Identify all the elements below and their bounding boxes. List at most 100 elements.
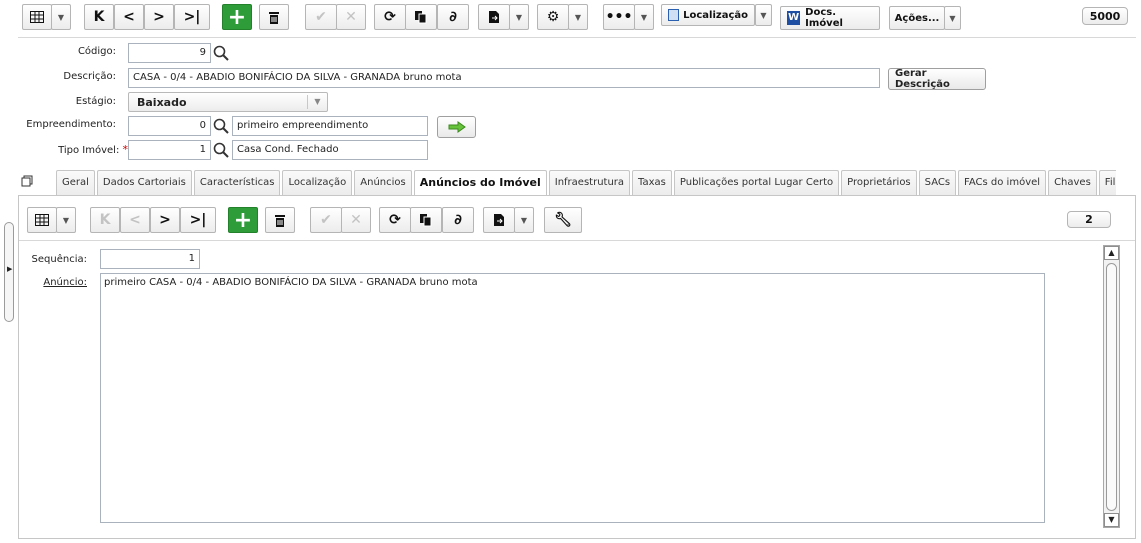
new-record-button[interactable]: +: [222, 4, 252, 30]
new-record-icon: +: [233, 207, 253, 233]
grid-icon: [35, 214, 49, 226]
export-button[interactable]: [478, 4, 510, 30]
cancel-button[interactable]: ✕: [336, 4, 366, 30]
chevron-down-icon: ▼: [760, 10, 767, 20]
detail-copy-button[interactable]: [410, 207, 442, 233]
acoes-dropdown[interactable]: ▼: [944, 6, 961, 30]
localizacao-button[interactable]: Localização: [661, 4, 755, 26]
scroll-down-arrow[interactable]: ▼: [1104, 513, 1119, 527]
detail-save-button[interactable]: ✔: [310, 207, 342, 233]
detail-grid-dropdown[interactable]: ▼: [56, 207, 76, 233]
more-button[interactable]: •••: [603, 4, 635, 30]
detail-first-record-button[interactable]: K: [90, 207, 120, 233]
scroll-thumb[interactable]: [1106, 263, 1117, 511]
trash-icon: [269, 11, 279, 24]
anuncio-textarea[interactable]: primeiro CASA - 0/4 - ABADIO BONIFÁCIO D…: [100, 273, 1045, 523]
settings-button[interactable]: ⚙: [537, 4, 569, 30]
detail-scrollbar[interactable]: ▲ ▼: [1103, 245, 1120, 528]
detail-previous-record-button[interactable]: <: [120, 207, 150, 233]
last-record-button[interactable]: >|: [174, 4, 210, 30]
tab-item[interactable]: Anúncios do Imóvel: [413, 170, 547, 195]
tab-item[interactable]: Características: [193, 170, 281, 195]
detail-toolbar-divider: [19, 240, 1135, 241]
search-icon[interactable]: [213, 142, 229, 158]
codigo-field[interactable]: 9: [128, 43, 211, 63]
check-icon: ✔: [320, 212, 332, 228]
tab-item[interactable]: Taxas: [632, 170, 672, 195]
first-record-button[interactable]: K: [84, 4, 114, 30]
scroll-up-arrow[interactable]: ▲: [1104, 246, 1119, 260]
descricao-label: Descrição:: [63, 71, 116, 82]
detail-export-button[interactable]: [483, 207, 515, 233]
tab-item[interactable]: Proprietários: [841, 170, 917, 195]
empreendimento-code-field[interactable]: 0: [128, 116, 211, 136]
detail-last-record-button[interactable]: >|: [180, 207, 216, 233]
chevron-down-icon: ▼: [574, 12, 582, 22]
cancel-icon: ✕: [345, 9, 357, 25]
tab-item[interactable]: Infraestrutura: [548, 170, 631, 195]
tab-item[interactable]: SACs: [918, 170, 957, 195]
tab-item[interactable]: Publicações portal Lugar Certo: [673, 170, 840, 195]
goto-empreendimento-button[interactable]: [437, 116, 476, 138]
tab-item[interactable]: Chaves: [1048, 170, 1097, 195]
descricao-field[interactable]: CASA - 0/4 - ABADIO BONIFÁCIO DA SILVA -…: [128, 68, 880, 88]
detail-next-record-button[interactable]: >: [150, 207, 180, 233]
chevron-down-icon: ▼: [515, 12, 523, 22]
settings-dropdown[interactable]: ▼: [568, 4, 588, 30]
detail-delete-button[interactable]: [265, 207, 295, 233]
tab-item[interactable]: Anúncios: [354, 170, 412, 195]
toolbar-divider: [18, 37, 1136, 38]
gerar-descricao-button[interactable]: Gerar Descrição: [888, 68, 986, 90]
caret-right-icon: ▶: [7, 265, 13, 273]
restore-window-icon[interactable]: [21, 175, 33, 187]
search-icon[interactable]: [213, 118, 229, 134]
tab-item[interactable]: Localização: [282, 170, 353, 195]
export-dropdown[interactable]: ▼: [509, 4, 529, 30]
next-record-button[interactable]: >: [144, 4, 174, 30]
refresh-icon: ⟳: [384, 9, 396, 25]
attach-button[interactable]: ∂: [437, 4, 469, 30]
copy-button[interactable]: [405, 4, 437, 30]
grid-view-button[interactable]: [22, 4, 52, 30]
arrow-right-icon: [448, 121, 466, 133]
tab-item[interactable]: Geral: [56, 170, 95, 195]
detail-refresh-button[interactable]: ⟳: [379, 207, 411, 233]
paperclip-icon: ∂: [454, 212, 462, 228]
tab-item[interactable]: FACs do imóvel: [958, 170, 1047, 195]
next-icon: >: [153, 9, 165, 25]
detail-tools-button[interactable]: 🔧︎: [544, 207, 582, 233]
cancel-icon: ✕: [350, 212, 362, 228]
docs-imovel-button[interactable]: W Docs. Imóvel: [780, 6, 880, 30]
delete-button[interactable]: [259, 4, 289, 30]
refresh-button[interactable]: ⟳: [374, 4, 406, 30]
previous-icon: <: [123, 9, 135, 25]
codigo-label: Código:: [77, 46, 116, 57]
tab-item[interactable]: Fil: [1098, 170, 1116, 195]
previous-icon: <: [129, 212, 141, 228]
anuncio-label[interactable]: Anúncio:: [20, 277, 87, 288]
new-record-icon: +: [227, 4, 247, 30]
chevron-down-icon: ▼: [640, 12, 648, 22]
grid-view-dropdown[interactable]: ▼: [51, 4, 71, 30]
side-panel-toggle[interactable]: ▶: [4, 222, 14, 322]
map-icon: [668, 9, 680, 21]
more-dropdown[interactable]: ▼: [634, 4, 654, 30]
search-icon[interactable]: [213, 45, 229, 61]
detail-grid-view-button[interactable]: [27, 207, 57, 233]
detail-attach-button[interactable]: ∂: [442, 207, 474, 233]
acoes-button[interactable]: Ações...: [889, 6, 945, 30]
tab-item[interactable]: Dados Cartoriais: [96, 170, 192, 195]
save-button[interactable]: ✔: [305, 4, 337, 30]
tipo-imovel-code-field[interactable]: 1: [128, 140, 211, 160]
sequencia-field[interactable]: 1: [100, 249, 200, 269]
last-record-icon: >|: [189, 212, 207, 228]
detail-new-record-button[interactable]: +: [228, 207, 258, 233]
first-record-icon: K: [93, 9, 105, 25]
localizacao-dropdown[interactable]: ▼: [755, 4, 772, 26]
detail-export-dropdown[interactable]: ▼: [514, 207, 534, 233]
estagio-select[interactable]: Baixado ▼: [128, 92, 328, 112]
record-count-badge: 5000: [1082, 7, 1128, 25]
detail-cancel-button[interactable]: ✕: [341, 207, 371, 233]
previous-record-button[interactable]: <: [114, 4, 144, 30]
empreendimento-label: Empreendimento:: [26, 119, 116, 130]
